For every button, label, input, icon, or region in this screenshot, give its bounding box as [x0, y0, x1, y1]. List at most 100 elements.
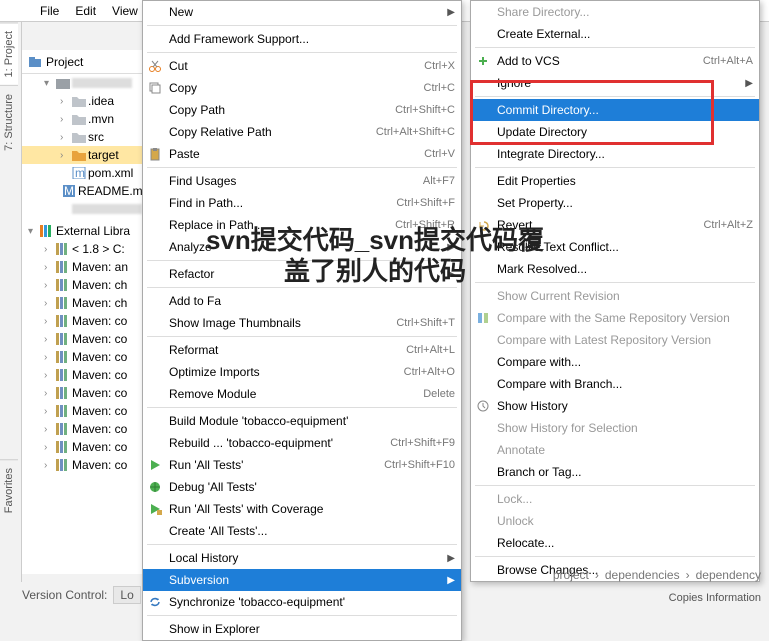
- expand-icon[interactable]: ›: [44, 334, 54, 345]
- menu-file[interactable]: File: [32, 4, 67, 18]
- expand-icon[interactable]: ▾: [44, 78, 54, 89]
- menu-item[interactable]: Rebuild ... 'tobacco-equipment'Ctrl+Shif…: [143, 432, 461, 454]
- menu-item[interactable]: Branch or Tag...: [471, 461, 759, 483]
- lib-item[interactable]: ›Maven: ch: [22, 276, 142, 294]
- lib-item[interactable]: ›Maven: co: [22, 456, 142, 474]
- menu-item[interactable]: Set Property...: [471, 192, 759, 214]
- expand-icon[interactable]: ›: [60, 132, 70, 143]
- menu-item[interactable]: Ignore▶: [471, 72, 759, 94]
- menu-item[interactable]: Add Framework Support...: [143, 28, 461, 50]
- menu-item[interactable]: Find in Path...Ctrl+Shift+F: [143, 192, 461, 214]
- menu-item[interactable]: Debug 'All Tests': [143, 476, 461, 498]
- menu-item[interactable]: ReformatCtrl+Alt+L: [143, 339, 461, 361]
- tree-item[interactable]: mpom.xml: [22, 164, 142, 182]
- expand-icon[interactable]: ›: [60, 150, 70, 161]
- crumb[interactable]: dependencies: [605, 568, 680, 582]
- menu-item[interactable]: Relocate...: [471, 532, 759, 554]
- diff-icon: [475, 310, 491, 326]
- lib-item[interactable]: ›Maven: co: [22, 402, 142, 420]
- menu-item[interactable]: Revert...Ctrl+Alt+Z: [471, 214, 759, 236]
- menu-view[interactable]: View: [104, 4, 146, 18]
- menu-item[interactable]: Integrate Directory...: [471, 143, 759, 165]
- menu-item[interactable]: Refactor▶: [143, 263, 461, 285]
- expand-icon[interactable]: ›: [44, 424, 54, 435]
- menu-item[interactable]: Create External...: [471, 23, 759, 45]
- menu-item[interactable]: PasteCtrl+V: [143, 143, 461, 165]
- menu-item[interactable]: Add to VCSCtrl+Alt+A: [471, 50, 759, 72]
- lib-item[interactable]: ›Maven: co: [22, 348, 142, 366]
- menu-item[interactable]: Analyze▶: [143, 236, 461, 258]
- lib-item[interactable]: ›Maven: co: [22, 330, 142, 348]
- lib-item[interactable]: ›Maven: co: [22, 366, 142, 384]
- tab-favorites[interactable]: Favorites: [0, 459, 18, 521]
- vc-tab-local[interactable]: Lo: [113, 586, 140, 604]
- expand-icon[interactable]: ›: [44, 352, 54, 363]
- menu-item[interactable]: Add to Fa: [143, 290, 461, 312]
- expand-icon[interactable]: ›: [60, 114, 70, 125]
- expand-icon[interactable]: ›: [44, 388, 54, 399]
- menu-item[interactable]: Build Module 'tobacco-equipment': [143, 410, 461, 432]
- menu-item[interactable]: Compare with Branch...: [471, 373, 759, 395]
- tree-item[interactable]: ›src: [22, 128, 142, 146]
- menu-item[interactable]: Optimize ImportsCtrl+Alt+O: [143, 361, 461, 383]
- menu-item[interactable]: Copy PathCtrl+Shift+C: [143, 99, 461, 121]
- lib-item[interactable]: ›Maven: co: [22, 384, 142, 402]
- menu-edit[interactable]: Edit: [67, 4, 104, 18]
- menu-item[interactable]: Mark Resolved...: [471, 258, 759, 280]
- shortcut: Ctrl+Shift+F10: [384, 459, 455, 471]
- expand-icon[interactable]: ›: [44, 298, 54, 309]
- menu-item[interactable]: New▶: [143, 1, 461, 23]
- menu-item[interactable]: Commit Directory...: [471, 99, 759, 121]
- lib-item[interactable]: ›Maven: co: [22, 438, 142, 456]
- menu-item[interactable]: Run 'All Tests'Ctrl+Shift+F10: [143, 454, 461, 476]
- expand-icon[interactable]: ›: [44, 316, 54, 327]
- menu-item[interactable]: Remove ModuleDelete: [143, 383, 461, 405]
- external-libraries[interactable]: ▾ External Libra: [22, 222, 142, 240]
- tree-item[interactable]: ›target: [22, 146, 142, 164]
- tree-item[interactable]: ›.mvn: [22, 110, 142, 128]
- menu-item[interactable]: Replace in Path...Ctrl+Shift+R: [143, 214, 461, 236]
- menu-item[interactable]: Find UsagesAlt+F7: [143, 170, 461, 192]
- menu-item[interactable]: Copy Relative PathCtrl+Alt+Shift+C: [143, 121, 461, 143]
- expand-icon[interactable]: ›: [44, 244, 54, 255]
- menu-item[interactable]: Show Image ThumbnailsCtrl+Shift+T: [143, 312, 461, 334]
- tab-project[interactable]: 1: Project: [0, 22, 18, 85]
- menu-item[interactable]: Subversion▶: [143, 569, 461, 591]
- crumb[interactable]: dependency: [696, 568, 761, 582]
- menu-item[interactable]: Run 'All Tests' with Coverage: [143, 498, 461, 520]
- project-icon: [28, 55, 42, 69]
- jar-icon: [56, 351, 70, 363]
- menu-item[interactable]: Update Directory: [471, 121, 759, 143]
- expand-icon[interactable]: ▾: [28, 226, 38, 237]
- expand-icon[interactable]: ›: [44, 370, 54, 381]
- menu-item[interactable]: Show History: [471, 395, 759, 417]
- lib-item[interactable]: ›Maven: ch: [22, 294, 142, 312]
- menu-item[interactable]: Compare with...: [471, 351, 759, 373]
- menu-item[interactable]: CutCtrl+X: [143, 55, 461, 77]
- folder-icon: [72, 149, 86, 161]
- lib-item[interactable]: ›Maven: co: [22, 420, 142, 438]
- expand-icon[interactable]: ›: [44, 460, 54, 471]
- expand-icon[interactable]: ›: [60, 96, 70, 107]
- expand-icon[interactable]: ›: [44, 280, 54, 291]
- crumb[interactable]: project: [553, 568, 589, 582]
- menu-item[interactable]: Resolve Text Conflict...: [471, 236, 759, 258]
- expand-icon[interactable]: ›: [44, 406, 54, 417]
- lib-item[interactable]: ›Maven: co: [22, 312, 142, 330]
- tree-item[interactable]: ›.idea: [22, 92, 142, 110]
- separator: [475, 485, 755, 486]
- tree-root[interactable]: ▾: [22, 74, 142, 92]
- lib-item[interactable]: ›Maven: an: [22, 258, 142, 276]
- menu-item[interactable]: Local History▶: [143, 547, 461, 569]
- menu-label: Refactor: [169, 267, 214, 281]
- lib-item[interactable]: ›< 1.8 > C:: [22, 240, 142, 258]
- project-tree[interactable]: ▾ ›.idea›.mvn›src›targetmpom.xmlMDREADME…: [22, 74, 142, 574]
- menu-item[interactable]: CopyCtrl+C: [143, 77, 461, 99]
- menu-item[interactable]: Show in Explorer: [143, 618, 461, 640]
- expand-icon[interactable]: ›: [44, 442, 54, 453]
- tab-structure[interactable]: 7: Structure: [0, 85, 18, 159]
- expand-icon[interactable]: ›: [44, 262, 54, 273]
- menu-item[interactable]: Edit Properties: [471, 170, 759, 192]
- menu-item[interactable]: Create 'All Tests'...: [143, 520, 461, 542]
- tree-item[interactable]: MDREADME.m: [22, 182, 142, 200]
